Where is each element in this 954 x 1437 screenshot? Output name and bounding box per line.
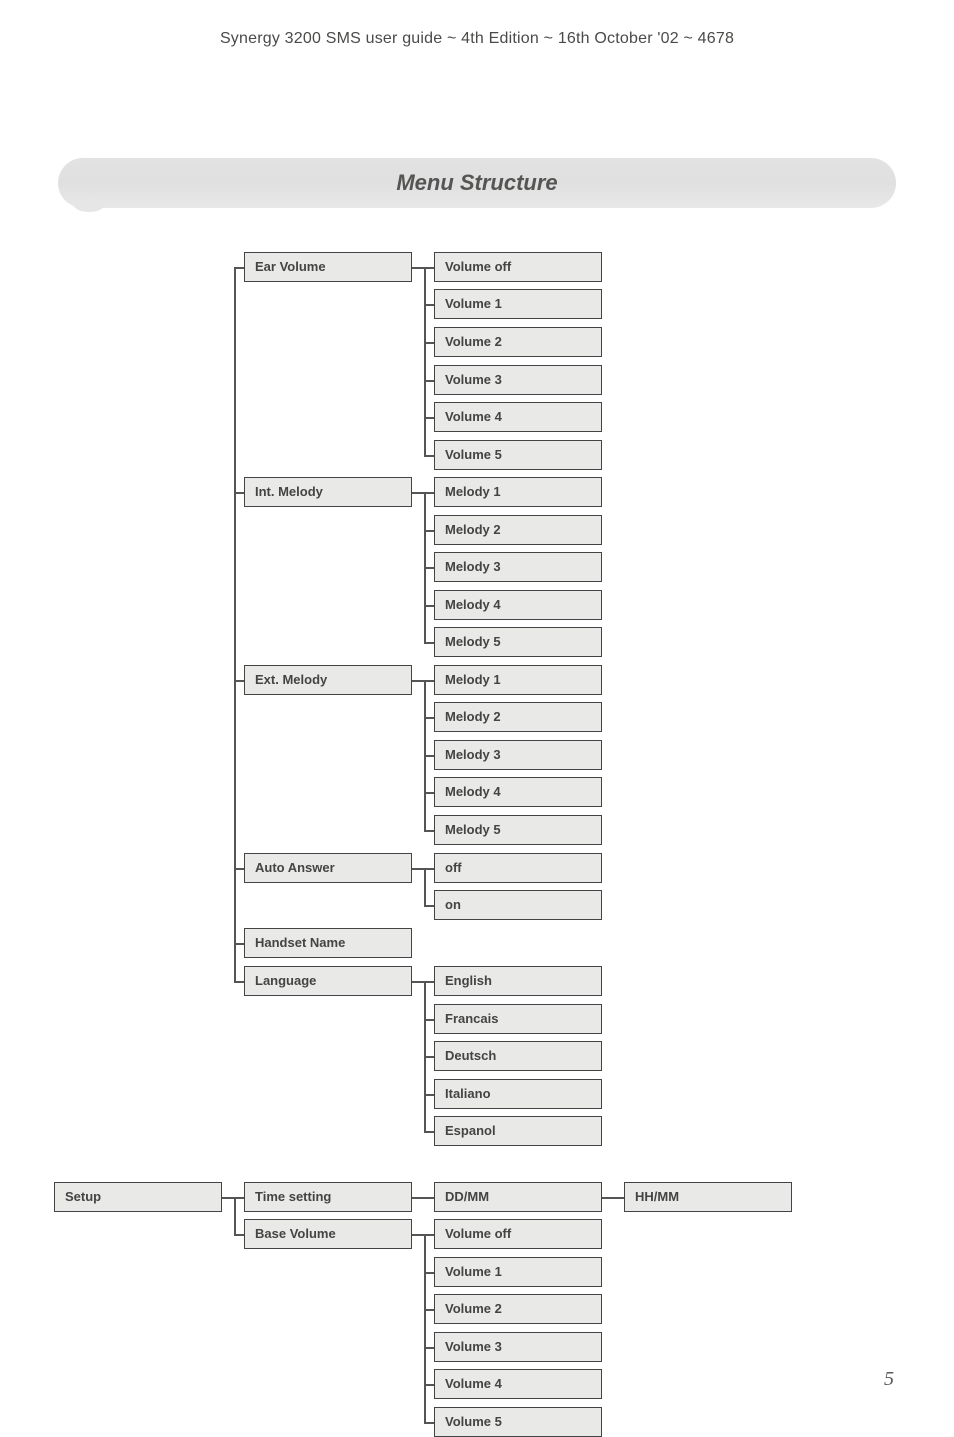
- node-ext-melody-2: Melody 2: [434, 702, 602, 732]
- node-melody-4: Melody 4: [434, 590, 602, 620]
- node-volume-5: Volume 5: [434, 440, 602, 470]
- node-ext-melody-1: Melody 1: [434, 665, 602, 695]
- node-lang-fr: Francais: [434, 1004, 602, 1034]
- node-base-volume: Base Volume: [244, 1219, 412, 1249]
- node-volume-1: Volume 1: [434, 289, 602, 319]
- node-ext-melody: Ext. Melody: [244, 665, 412, 695]
- page-number: 5: [884, 1368, 894, 1391]
- page-title: Menu Structure: [58, 158, 896, 208]
- node-auto-off: off: [434, 853, 602, 883]
- node-hhmm: HH/MM: [624, 1182, 792, 1212]
- node-volume-3: Volume 3: [434, 365, 602, 395]
- node-setup: Setup: [54, 1182, 222, 1212]
- node-bv-2: Volume 2: [434, 1294, 602, 1324]
- node-melody-1: Melody 1: [434, 477, 602, 507]
- node-time-setting: Time setting: [244, 1182, 412, 1212]
- node-int-melody: Int. Melody: [244, 477, 412, 507]
- node-melody-3: Melody 3: [434, 552, 602, 582]
- node-bv-5: Volume 5: [434, 1407, 602, 1437]
- node-ear-volume: Ear Volume: [244, 252, 412, 282]
- node-bv-4: Volume 4: [434, 1369, 602, 1399]
- node-bv-3: Volume 3: [434, 1332, 602, 1362]
- node-ext-melody-4: Melody 4: [434, 777, 602, 807]
- node-melody-5: Melody 5: [434, 627, 602, 657]
- node-melody-2: Melody 2: [434, 515, 602, 545]
- node-ext-melody-3: Melody 3: [434, 740, 602, 770]
- document-header: Synergy 3200 SMS user guide ~ 4th Editio…: [0, 30, 954, 48]
- node-volume-4: Volume 4: [434, 402, 602, 432]
- node-lang-en: English: [434, 966, 602, 996]
- node-handset-name: Handset Name: [244, 928, 412, 958]
- node-auto-on: on: [434, 890, 602, 920]
- node-ext-melody-5: Melody 5: [434, 815, 602, 845]
- node-lang-es: Espanol: [434, 1116, 602, 1146]
- node-lang-de: Deutsch: [434, 1041, 602, 1071]
- node-volume-off: Volume off: [434, 252, 602, 282]
- node-bv-1: Volume 1: [434, 1257, 602, 1287]
- node-auto-answer: Auto Answer: [244, 853, 412, 883]
- node-bv-off: Volume off: [434, 1219, 602, 1249]
- node-ddmm: DD/MM: [434, 1182, 602, 1212]
- node-lang-it: Italiano: [434, 1079, 602, 1109]
- node-volume-2: Volume 2: [434, 327, 602, 357]
- node-language: Language: [244, 966, 412, 996]
